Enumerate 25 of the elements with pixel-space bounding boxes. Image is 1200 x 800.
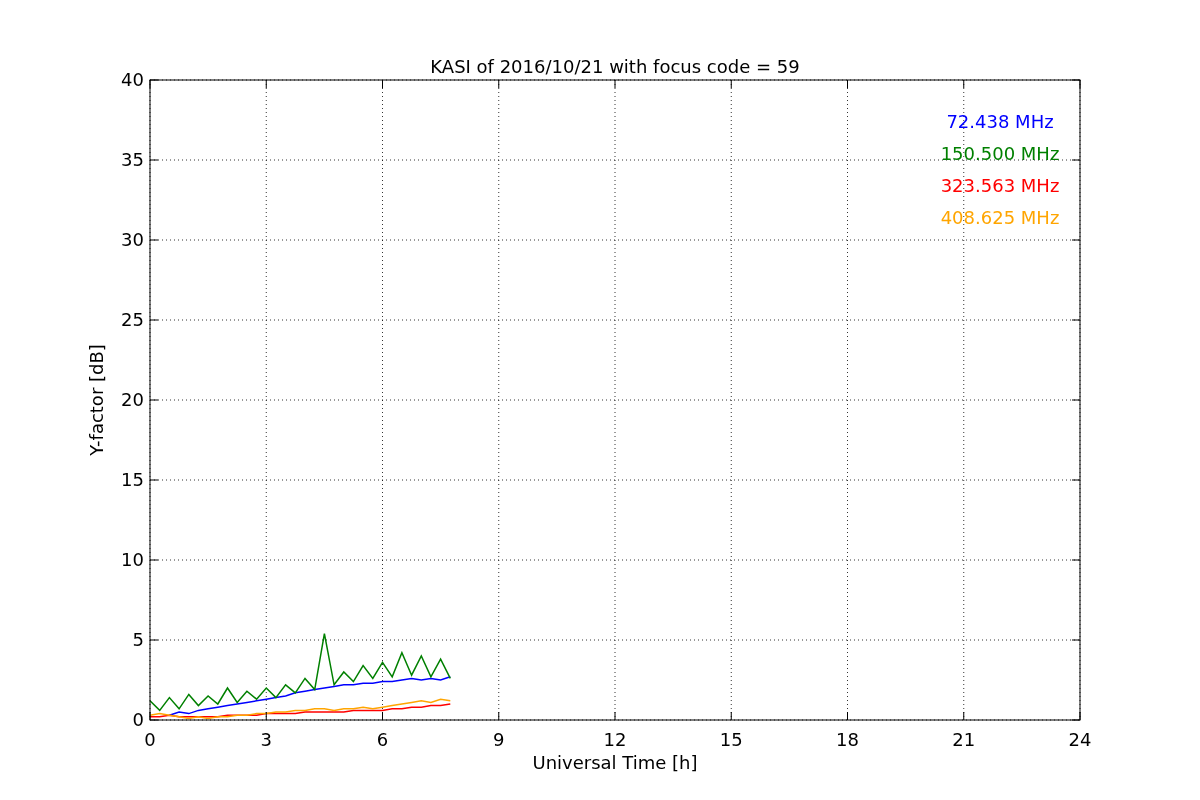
y-tick-label: 0 bbox=[132, 709, 144, 730]
x-tick-label: 18 bbox=[836, 729, 859, 750]
y-tick-label: 5 bbox=[132, 629, 144, 650]
x-tick-label: 0 bbox=[144, 729, 156, 750]
y-tick-label: 30 bbox=[121, 229, 144, 250]
x-axis-label: Universal Time [h] bbox=[532, 752, 698, 773]
chart-title: KASI of 2016/10/21 with focus code = 59 bbox=[430, 56, 800, 77]
y-tick-label: 35 bbox=[121, 149, 144, 170]
y-tick-label: 15 bbox=[121, 469, 144, 490]
x-tick-label: 24 bbox=[1068, 729, 1092, 750]
legend-label: 408.625 MHz bbox=[940, 207, 1060, 228]
y-tick-label: 25 bbox=[121, 309, 144, 330]
y-axis-label: Y-factor [dB] bbox=[86, 344, 107, 456]
y-tick-label: 20 bbox=[121, 389, 144, 410]
x-tick-label: 15 bbox=[719, 729, 743, 750]
x-tick-label: 3 bbox=[260, 729, 272, 750]
legend-label: 150.500 MHz bbox=[940, 143, 1060, 164]
x-tick-label: 6 bbox=[376, 729, 389, 750]
legend-label: 323.563 MHz bbox=[940, 175, 1060, 196]
x-tick-label: 21 bbox=[952, 729, 976, 750]
y-tick-label: 40 bbox=[121, 69, 144, 90]
legend-label: 72.438 MHz bbox=[946, 111, 1054, 132]
y-tick-label: 10 bbox=[121, 549, 144, 570]
x-tick-label: 9 bbox=[493, 729, 505, 750]
x-tick-label: 12 bbox=[603, 729, 627, 750]
